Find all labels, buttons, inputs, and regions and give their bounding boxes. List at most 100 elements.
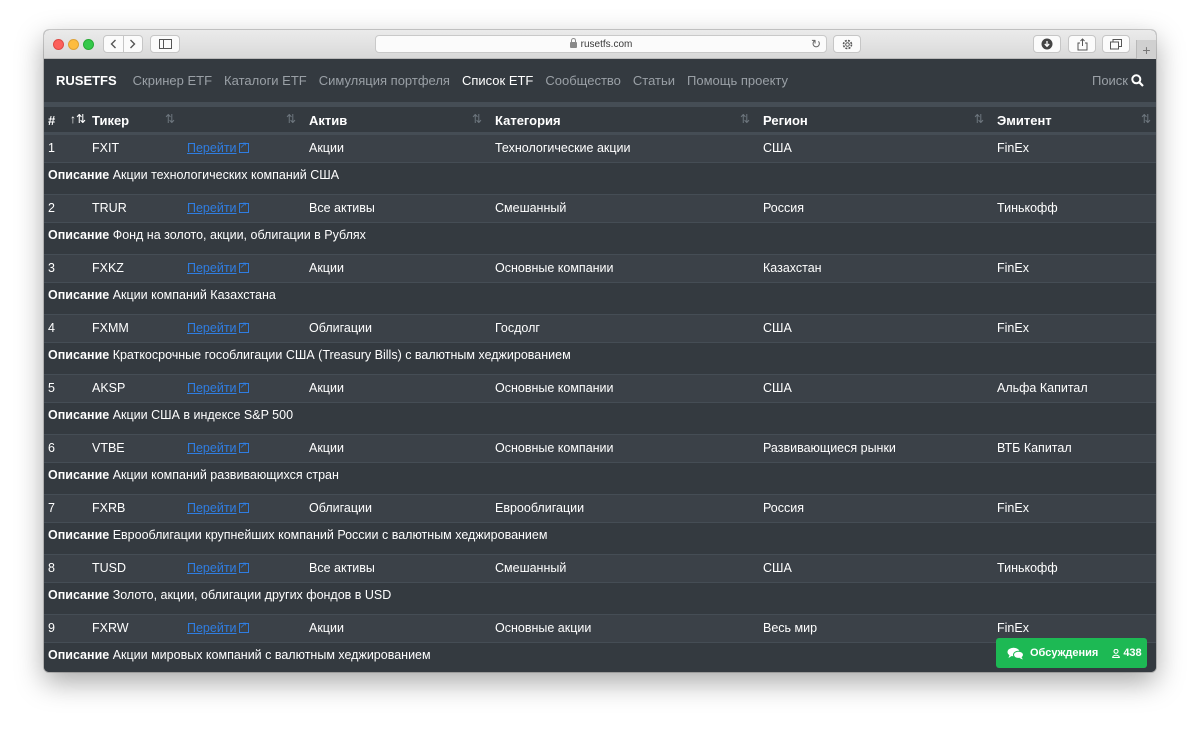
new-tab-button[interactable]: + — [1136, 40, 1156, 60]
tabs-overview-button[interactable] — [1102, 35, 1130, 53]
description-cell: Описание Акции компаний развивающихся ст… — [48, 468, 339, 482]
nav-link-portfolio-simulation[interactable]: Симуляция портфеля — [319, 73, 450, 88]
cell-issuer: FinEx — [997, 321, 1029, 335]
table-header: # ↑⇅ Тикер ⇅ ⇅ Актив ⇅ Категория ⇅ Регио… — [44, 107, 1156, 134]
cell-issuer: Тинькофф — [997, 201, 1058, 215]
sort-asset-icon[interactable]: ⇅ — [472, 112, 482, 126]
nav-link-help-project[interactable]: Помощь проекту — [687, 73, 788, 88]
sort-asc-icon[interactable]: ↑⇅ — [70, 112, 86, 126]
cell-number: 2 — [48, 201, 55, 215]
sort-ticker-icon[interactable]: ⇅ — [165, 112, 175, 126]
downloads-button[interactable] — [1033, 35, 1061, 53]
table-row: 4 FXMM Перейти Облигации Госдолг США FinEx — [44, 314, 1156, 342]
description-cell: Описание Акции мировых компаний с валютн… — [48, 648, 431, 662]
description-cell: Описание Акции компаний Казахстана — [48, 288, 276, 302]
header-issuer[interactable]: Эмитент — [997, 113, 1052, 128]
online-count: 438 — [1112, 647, 1142, 659]
description-text: Акции США в индексе S&P 500 — [112, 408, 294, 422]
header-region[interactable]: Регион — [763, 113, 808, 128]
description-row: Описание Акции технологических компаний … — [44, 162, 1156, 194]
online-count-value: 438 — [1123, 647, 1142, 659]
description-cell: Описание Фонд на золото, акции, облигаци… — [48, 228, 366, 242]
nav-link-screener[interactable]: Скринер ETF — [133, 73, 212, 88]
cell-region: США — [763, 141, 792, 155]
external-link-icon — [238, 200, 249, 213]
go-link[interactable]: Перейти — [187, 620, 249, 635]
cell-asset: Акции — [309, 381, 344, 395]
reload-icon[interactable]: ↻ — [811, 37, 821, 51]
go-link[interactable]: Перейти — [187, 440, 249, 455]
cell-category: Еврооблигации — [495, 501, 585, 515]
go-link[interactable]: Перейти — [187, 140, 249, 155]
description-row: Описание Акции мировых компаний с валютн… — [44, 642, 1156, 672]
table-row: 2 TRUR Перейти Все активы Смешанный Россия Тин… — [44, 194, 1156, 222]
cell-category: Основные компании — [495, 261, 614, 275]
cell-ticker: AKSP — [92, 381, 126, 395]
chat-icon — [1007, 647, 1024, 659]
cell-asset: Акции — [309, 441, 344, 455]
sort-icon: ⇅ — [76, 112, 87, 126]
cell-category: Основные акции — [495, 621, 592, 635]
cell-ticker: FXMM — [92, 321, 129, 335]
nav-link-community[interactable]: Сообщество — [545, 73, 621, 88]
go-link[interactable]: Перейти — [187, 320, 249, 335]
header-asset[interactable]: Актив — [309, 113, 347, 128]
cell-ticker: TUSD — [92, 561, 127, 575]
user-icon — [1112, 648, 1121, 658]
forward-button[interactable] — [122, 36, 142, 52]
header-category[interactable]: Категория — [495, 113, 561, 128]
cell-region: США — [763, 321, 792, 335]
share-button[interactable] — [1068, 35, 1096, 53]
cell-asset: Акции — [309, 621, 344, 635]
nav-link-catalogs[interactable]: Каталоги ETF — [224, 73, 307, 88]
external-link-icon — [238, 260, 249, 273]
search-icon — [1131, 74, 1144, 87]
cell-ticker: FXIT — [92, 141, 120, 155]
cell-asset: Акции — [309, 141, 344, 155]
cell-issuer: FinEx — [997, 141, 1029, 155]
sort-link-icon[interactable]: ⇅ — [286, 112, 296, 126]
header-number[interactable]: # — [48, 113, 55, 128]
go-link[interactable]: Перейти — [187, 200, 249, 215]
cell-number: 1 — [48, 141, 55, 155]
description-row: Описание Краткосрочные гособлигации США … — [44, 342, 1156, 374]
sidebar-toggle-button[interactable] — [150, 35, 180, 53]
address-bar[interactable]: rusetfs.com ↻ — [375, 35, 827, 53]
discussions-button[interactable]: Обсуждения 438 — [996, 638, 1147, 668]
nav-link-etf-list[interactable]: Список ETF — [462, 73, 533, 88]
table-body: 1 FXIT Перейти Акции Технологические акции СШ… — [44, 134, 1156, 672]
go-link[interactable]: Перейти — [187, 560, 249, 575]
search-button[interactable]: Поиск — [1092, 73, 1144, 88]
sort-category-icon[interactable]: ⇅ — [740, 112, 750, 126]
cell-asset: Акции — [309, 261, 344, 275]
browser-window: rusetfs.com ↻ + RUSETFS Скринер ETF Ката… — [44, 30, 1156, 672]
sort-region-icon[interactable]: ⇅ — [974, 112, 984, 126]
description-label: Описание — [48, 588, 110, 602]
table-row: 3 FXKZ Перейти Акции Основные компании Казахс… — [44, 254, 1156, 282]
nav-link-articles[interactable]: Статьи — [633, 73, 675, 88]
table-row: 7 FXRB Перейти Облигации Еврооблигации Россия… — [44, 494, 1156, 522]
maximize-window-button[interactable] — [83, 39, 94, 50]
description-text: Акции компаний развивающихся стран — [112, 468, 339, 482]
brand-logo[interactable]: RUSETFS — [56, 73, 117, 88]
table-row: 9 FXRW Перейти Акции Основные акции Весь мир F… — [44, 614, 1156, 642]
cell-asset: Облигации — [309, 501, 372, 515]
go-link[interactable]: Перейти — [187, 260, 249, 275]
cell-number: 3 — [48, 261, 55, 275]
header-ticker[interactable]: Тикер — [92, 113, 129, 128]
description-row: Описание Еврооблигации крупнейших компан… — [44, 522, 1156, 554]
minimize-window-button[interactable] — [68, 39, 79, 50]
cell-issuer: FinEx — [997, 621, 1029, 635]
close-window-button[interactable] — [53, 39, 64, 50]
cell-category: Основные компании — [495, 441, 614, 455]
description-text: Золото, акции, облигации других фондов в… — [112, 588, 392, 602]
cell-ticker: FXRW — [92, 621, 129, 635]
cell-issuer: Альфа Капитал — [997, 381, 1088, 395]
sort-issuer-icon[interactable]: ⇅ — [1141, 112, 1151, 126]
back-button[interactable] — [104, 36, 123, 52]
go-link[interactable]: Перейти — [187, 380, 249, 395]
go-link[interactable]: Перейти — [187, 500, 249, 515]
extension-button[interactable] — [833, 35, 861, 53]
external-link-icon — [238, 500, 249, 513]
cell-issuer: Тинькофф — [997, 561, 1058, 575]
